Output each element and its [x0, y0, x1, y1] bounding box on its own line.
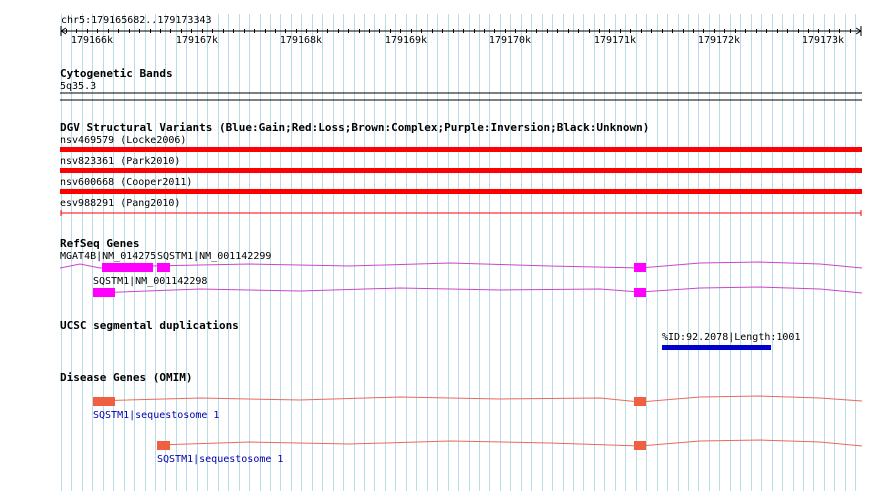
omim-exon — [634, 397, 646, 406]
dgv-variant-label[interactable]: nsv600668 (Cooper2011) — [60, 177, 192, 189]
segdup-feature-label[interactable]: %ID:92.2078|Length:1001 — [662, 332, 800, 344]
refseq-exon — [634, 288, 646, 297]
refseq-exon — [93, 288, 115, 297]
ruler-tick-label: 179170k — [488, 35, 532, 46]
refseq-exon — [102, 263, 153, 272]
ruler-location: chr5:179165682..179173343 — [61, 15, 212, 26]
refseq-exon — [157, 263, 170, 272]
omim-gene-model-2 — [156, 439, 863, 450]
refseq-gene-model-1 — [59, 261, 863, 272]
omim-exon — [93, 397, 115, 406]
ruler-tick-label: 179172k — [697, 35, 741, 46]
omim-exon — [157, 441, 170, 450]
segdup-bar — [662, 345, 771, 350]
dgv-variant-label[interactable]: nsv469579 (Locke2006) — [60, 135, 186, 147]
refseq-track-title[interactable]: RefSeq Genes — [60, 238, 139, 250]
omim-gene-label[interactable]: SQSTM1|sequestosome 1 — [157, 454, 283, 466]
ruler-tick-label: 179173k — [801, 35, 845, 46]
dgv-bar-nsv469579 — [60, 147, 862, 152]
dgv-variant-label[interactable]: esv988291 (Pang2010) — [60, 198, 180, 210]
ruler-tick-label: 179166k — [70, 35, 114, 46]
segdup-track-title[interactable]: UCSC segmental duplications — [60, 320, 239, 332]
dgv-bar-nsv823361 — [60, 168, 862, 173]
ruler-tick-label: 179167k — [175, 35, 219, 46]
refseq-exon — [634, 263, 646, 272]
refseq-gene-label-mgat4b[interactable]: MGAT4B|NM_014275 — [60, 251, 156, 263]
omim-exon — [634, 441, 646, 450]
refseq-gene-label-sqstm1[interactable]: SQSTM1|NM_001142299 — [157, 251, 271, 263]
omim-gene-model-1 — [92, 395, 863, 406]
dgv-bar-nsv600668 — [60, 189, 862, 194]
omim-intron-2 — [156, 439, 863, 447]
dgv-variant-label[interactable]: nsv823361 (Park2010) — [60, 156, 180, 168]
ruler-tick-label: 179169k — [384, 35, 428, 46]
cytoband-track-title[interactable]: Cytogenetic Bands — [60, 68, 173, 80]
cytoband-label[interactable]: 5q35.3 — [60, 81, 96, 93]
dgv-track-title[interactable]: DGV Structural Variants (Blue:Gain;Red:L… — [60, 122, 649, 134]
refseq-intron-2 — [92, 286, 863, 294]
ruler-tick-label: 179168k — [279, 35, 323, 46]
refseq-gene-model-2 — [92, 286, 863, 297]
omim-intron-1 — [92, 395, 863, 403]
genome-browser-view: chr5:179165682..179173343 179166k 179167… — [0, 0, 890, 491]
ruler-tick-label: 179171k — [593, 35, 637, 46]
omim-gene-label[interactable]: SQSTM1|sequestosome 1 — [93, 410, 219, 422]
omim-track-title[interactable]: Disease Genes (OMIM) — [60, 372, 192, 384]
refseq-gene-label-sqstm1[interactable]: SQSTM1|NM_001142298 — [93, 276, 207, 288]
